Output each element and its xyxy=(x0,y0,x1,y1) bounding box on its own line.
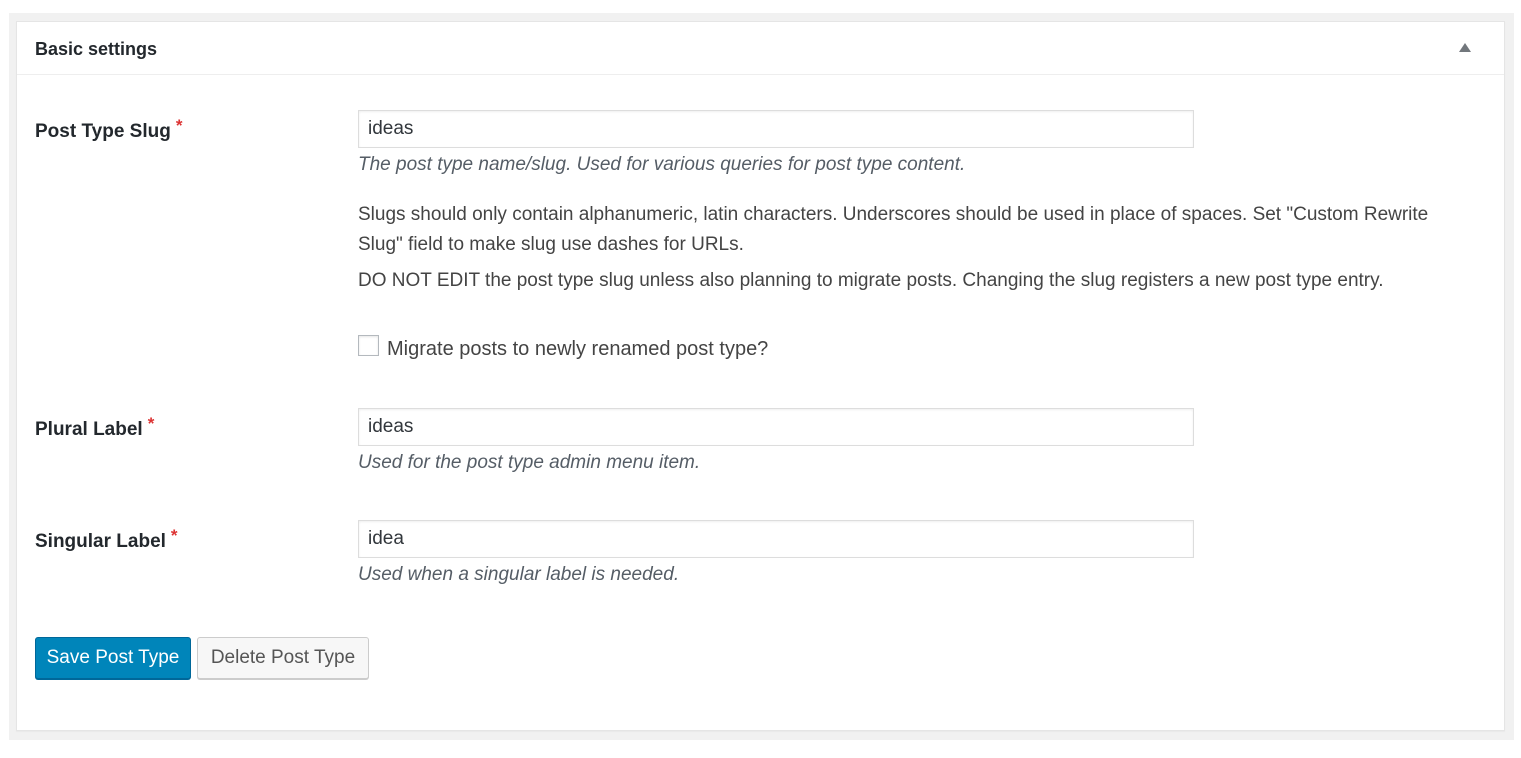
panel-header[interactable]: Basic settings xyxy=(17,22,1504,75)
save-post-type-button[interactable]: Save Post Type xyxy=(35,637,191,679)
triangle-up-icon[interactable] xyxy=(1459,43,1471,52)
singular-label-input[interactable] xyxy=(358,520,1194,558)
required-indicator: * xyxy=(175,116,183,135)
required-indicator: * xyxy=(147,414,155,433)
plural-label-description: Used for the post type admin menu item. xyxy=(358,452,701,473)
post-type-slug-input[interactable] xyxy=(358,110,1194,148)
panel-title: Basic settings xyxy=(35,39,158,59)
singular-label-label: Singular Label * xyxy=(35,526,178,553)
post-type-slug-description: The post type name/slug. Used for variou… xyxy=(358,154,966,175)
singular-label-description: Used when a singular label is needed. xyxy=(358,564,680,585)
post-type-slug-label-text: Post Type Slug xyxy=(35,121,171,142)
plural-label-input[interactable] xyxy=(358,408,1194,446)
delete-post-type-button[interactable]: Delete Post Type xyxy=(197,637,369,679)
post-type-slug-label: Post Type Slug * xyxy=(35,116,182,143)
slug-note-characters: Slugs should only contain alphanumeric, … xyxy=(358,204,1429,255)
migrate-posts-label[interactable]: Migrate posts to newly renamed post type… xyxy=(387,338,768,361)
singular-label-label-text: Singular Label xyxy=(35,531,166,552)
plural-label-label-text: Plural Label xyxy=(35,419,143,440)
migrate-posts-checkbox[interactable] xyxy=(358,335,379,356)
basic-settings-panel: Basic settings Post Type Slug* The post … xyxy=(16,21,1505,731)
slug-note-warning: DO NOT EDIT the post type slug unless al… xyxy=(358,270,1384,291)
plural-label-label: Plural Label * xyxy=(35,414,154,441)
required-indicator: * xyxy=(170,526,178,545)
